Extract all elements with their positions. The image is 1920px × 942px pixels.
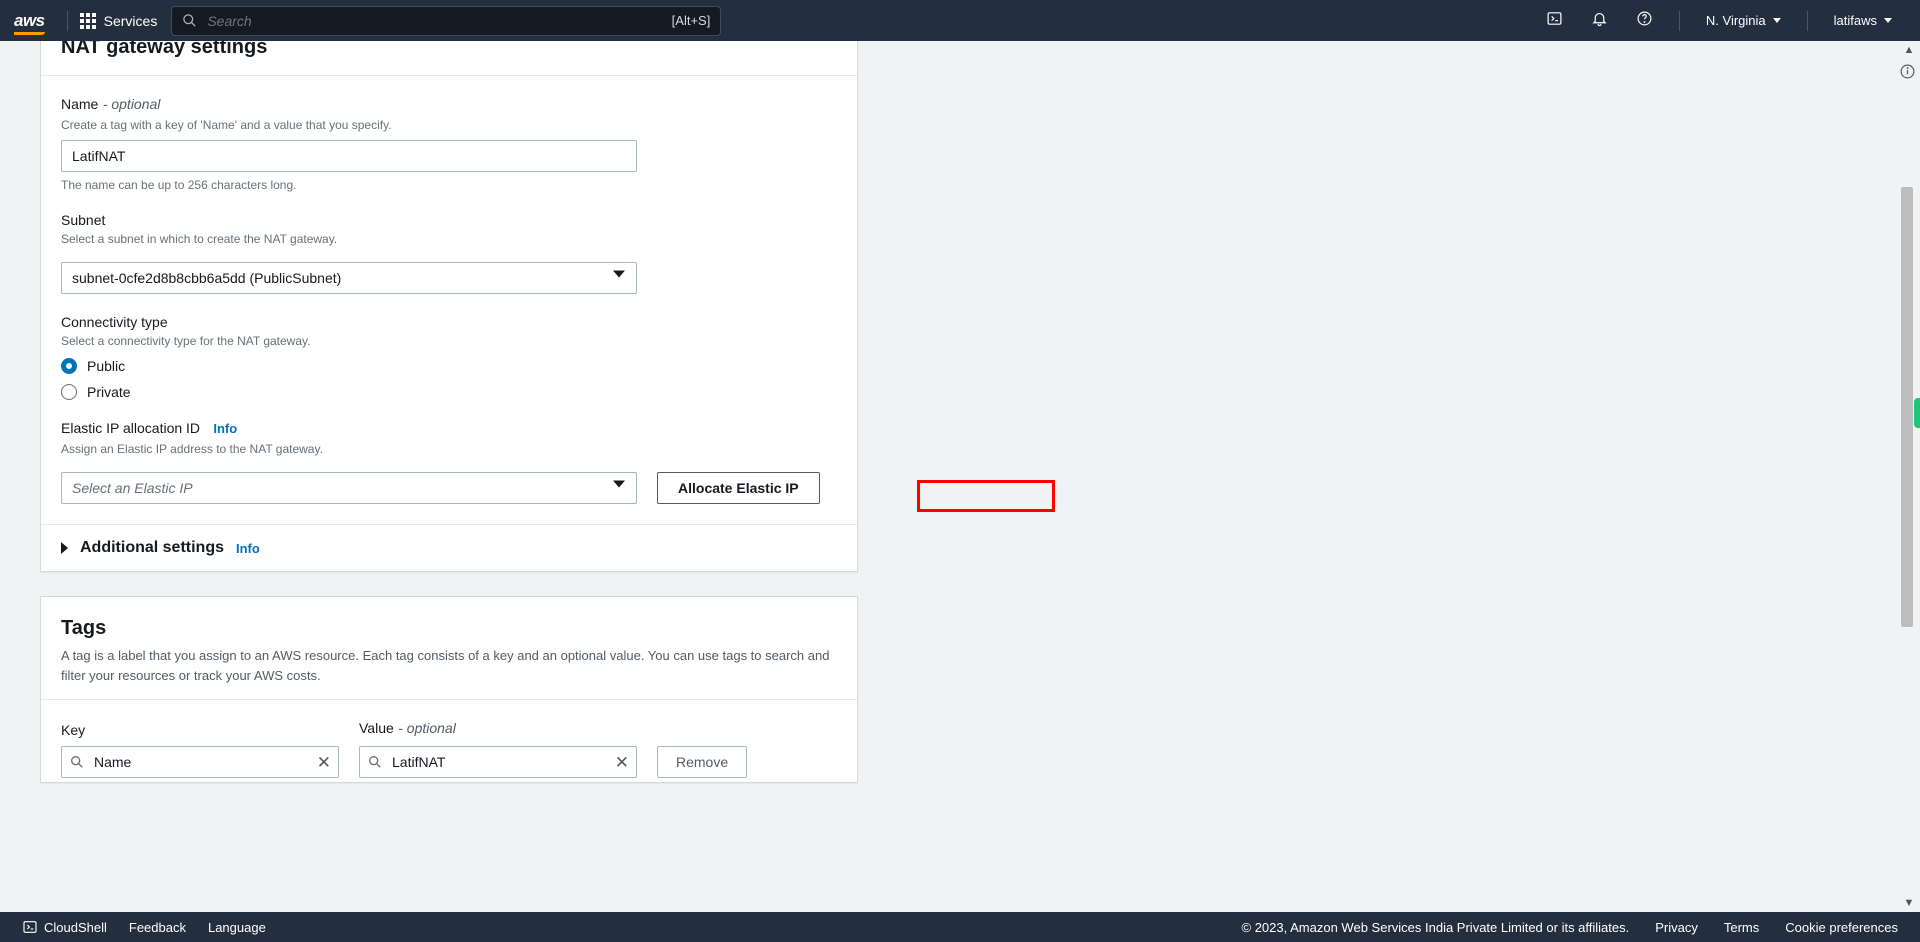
- search-icon: [69, 754, 85, 770]
- chevron-down-icon: [613, 481, 625, 488]
- eip-select[interactable]: [61, 464, 637, 504]
- connectivity-field: Connectivity type Select a connectivity …: [61, 314, 837, 400]
- cloudshell-icon: [22, 919, 38, 935]
- close-icon[interactable]: ✕: [317, 753, 331, 773]
- aws-logo[interactable]: aws: [14, 11, 45, 31]
- connectivity-public-radio[interactable]: Public: [61, 358, 837, 374]
- eip-placeholder[interactable]: [61, 472, 637, 504]
- eip-field: Elastic IP allocation ID Info Assign an …: [61, 420, 837, 504]
- chevron-down-icon: [1884, 18, 1892, 23]
- eip-info-link[interactable]: Info: [213, 421, 237, 436]
- cloudshell-icon[interactable]: [1532, 10, 1577, 32]
- feedback-link[interactable]: Feedback: [129, 920, 186, 935]
- connectivity-private-radio[interactable]: Private: [61, 384, 837, 400]
- chevron-down-icon: [1773, 18, 1781, 23]
- subnet-desc: Select a subnet in which to create the N…: [61, 232, 837, 246]
- subnet-field: Subnet Select a subnet in which to creat…: [61, 212, 837, 294]
- close-icon[interactable]: ✕: [615, 753, 629, 773]
- tag-key-input-wrap: ✕: [61, 746, 339, 778]
- tag-value-input-wrap: ✕: [359, 746, 637, 778]
- search-icon: [182, 13, 197, 28]
- tag-key-label: Key: [61, 722, 339, 738]
- divider: [41, 75, 857, 76]
- eip-label: Elastic IP allocation ID: [61, 420, 200, 436]
- connectivity-label: Connectivity type: [61, 314, 837, 330]
- terms-link[interactable]: Terms: [1724, 920, 1759, 935]
- copyright-text: © 2023, Amazon Web Services India Privat…: [1242, 920, 1630, 935]
- privacy-link[interactable]: Privacy: [1655, 920, 1698, 935]
- tag-key-input[interactable]: [61, 746, 339, 778]
- name-input[interactable]: [61, 140, 637, 172]
- name-hint: The name can be up to 256 characters lon…: [61, 178, 837, 192]
- name-desc: Create a tag with a key of 'Name' and a …: [61, 118, 837, 132]
- tags-desc: A tag is a label that you assign to an A…: [61, 646, 837, 685]
- name-label: Name: [61, 96, 98, 112]
- tag-value-input[interactable]: [359, 746, 637, 778]
- help-icon[interactable]: [1622, 10, 1667, 32]
- annotation-red-box: [917, 480, 1055, 512]
- allocate-eip-button[interactable]: Allocate Elastic IP: [657, 472, 820, 504]
- search-box[interactable]: [Alt+S]: [171, 6, 721, 36]
- chevron-down-icon: [613, 271, 625, 278]
- additional-info-link[interactable]: Info: [236, 541, 260, 556]
- subnet-select[interactable]: [61, 254, 637, 294]
- region-selector[interactable]: N. Virginia: [1692, 13, 1795, 28]
- tag-row: Key ✕ Value - optional ✕ Remove: [41, 699, 857, 782]
- footer: CloudShell Feedback Language © 2023, Ama…: [0, 912, 1920, 942]
- search-icon: [367, 754, 383, 770]
- tags-heading: Tags: [61, 617, 837, 640]
- name-optional: - optional: [103, 96, 161, 112]
- search-shortcut: [Alt+S]: [672, 13, 711, 28]
- subnet-label: Subnet: [61, 212, 837, 228]
- nat-gateway-settings-panel: NAT gateway settings Name - optional Cre…: [40, 41, 858, 572]
- tag-value-optional: - optional: [398, 720, 456, 736]
- scroll-thumb[interactable]: [1901, 187, 1913, 627]
- notifications-icon[interactable]: [1577, 10, 1622, 32]
- search-input[interactable]: [207, 13, 671, 29]
- connectivity-desc: Select a connectivity type for the NAT g…: [61, 334, 837, 348]
- divider: [1679, 11, 1680, 31]
- additional-settings-toggle[interactable]: Additional settings Info: [41, 524, 857, 571]
- cloudshell-button[interactable]: CloudShell: [22, 919, 107, 935]
- language-link[interactable]: Language: [208, 920, 266, 935]
- chevron-right-icon: [61, 542, 68, 554]
- main-content: NAT gateway settings Name - optional Cre…: [0, 41, 1898, 912]
- additional-settings-label: Additional settings: [80, 539, 224, 557]
- feedback-tab[interactable]: [1914, 398, 1920, 428]
- divider: [1807, 11, 1808, 31]
- services-menu[interactable]: Services: [80, 13, 158, 29]
- eip-desc: Assign an Elastic IP address to the NAT …: [61, 442, 837, 456]
- scroll-down-icon[interactable]: ▼: [1898, 894, 1920, 912]
- cookie-preferences-link[interactable]: Cookie preferences: [1785, 920, 1898, 935]
- scroll-up-icon[interactable]: ▲: [1898, 41, 1920, 59]
- divider: [67, 11, 68, 31]
- services-label: Services: [104, 13, 158, 29]
- account-menu[interactable]: latifaws: [1820, 13, 1906, 28]
- info-panel-toggle[interactable]: [1899, 63, 1916, 85]
- top-navbar: aws Services [Alt+S] N. Virginia latifaw…: [0, 0, 1920, 41]
- tags-panel: Tags A tag is a label that you assign to…: [40, 596, 858, 783]
- grid-icon: [80, 13, 96, 29]
- name-field: Name - optional Create a tag with a key …: [61, 96, 837, 192]
- radio-icon: [61, 384, 77, 400]
- remove-tag-button[interactable]: Remove: [657, 746, 747, 778]
- radio-label-public: Public: [87, 358, 125, 374]
- nat-settings-heading: NAT gateway settings: [61, 41, 837, 59]
- subnet-value[interactable]: [61, 262, 637, 294]
- scrollbar[interactable]: ▲ ▼: [1898, 41, 1920, 912]
- tag-value-label: Value: [359, 720, 394, 736]
- radio-icon: [61, 358, 77, 374]
- radio-label-private: Private: [87, 384, 131, 400]
